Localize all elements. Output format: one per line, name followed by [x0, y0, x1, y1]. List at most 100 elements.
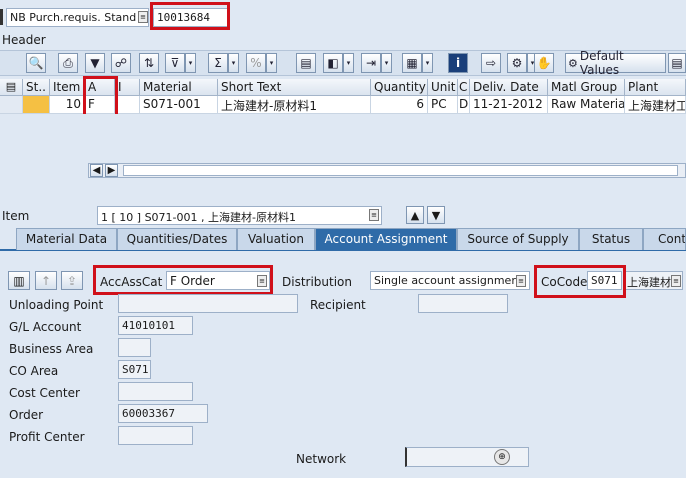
- print-preview-icon[interactable]: ▤: [296, 53, 316, 73]
- tab-valuation[interactable]: Valuation: [237, 228, 315, 250]
- unloading-point-label: Unloading Point: [9, 298, 104, 312]
- cell-unit[interactable]: PC: [428, 96, 458, 114]
- subtotal-icon[interactable]: %: [246, 53, 266, 73]
- row-selector[interactable]: [0, 96, 23, 114]
- col-header-acct-assign[interactable]: A: [85, 79, 115, 96]
- item-up-button[interactable]: ▲: [406, 206, 424, 224]
- hold-icon[interactable]: ✋: [534, 53, 554, 73]
- views-icon[interactable]: ◧: [323, 53, 343, 73]
- filter-dropdown-icon[interactable]: ▾: [185, 53, 196, 73]
- scroll-right-icon[interactable]: ▶: [105, 164, 118, 177]
- export-icon[interactable]: ⇥: [361, 53, 381, 73]
- col-header-status[interactable]: St..: [23, 79, 50, 96]
- gl-account-field[interactable]: 41010101: [118, 316, 193, 335]
- account-up-icon[interactable]: ↑: [35, 271, 57, 290]
- col-header-item-cat[interactable]: I: [115, 79, 140, 96]
- cell-item[interactable]: 10: [50, 96, 85, 114]
- table-empty-area: [0, 114, 686, 160]
- header-label[interactable]: Header: [2, 33, 46, 47]
- profit-center-field[interactable]: [118, 426, 193, 445]
- settings-icon[interactable]: ⚙: [507, 53, 527, 73]
- col-header-material[interactable]: Material: [140, 79, 218, 96]
- unloading-point-field[interactable]: [118, 294, 298, 313]
- tab-status[interactable]: Status: [579, 228, 643, 250]
- row-selector-header[interactable]: ▤: [0, 79, 23, 96]
- default-values-button[interactable]: ⚙ Default Values: [565, 49, 666, 77]
- filter-set-icon[interactable]: ⊽: [165, 53, 185, 73]
- order-label: Order: [9, 408, 44, 422]
- account-transfer-icon[interactable]: ⇪: [61, 271, 83, 290]
- info-icon[interactable]: i: [448, 53, 468, 73]
- doc-number-field[interactable]: 10013684: [153, 8, 228, 27]
- col-header-plant[interactable]: Plant: [625, 79, 686, 96]
- horizontal-scrollbar[interactable]: ◀ ▶: [88, 163, 686, 178]
- filter-icon[interactable]: ▼: [85, 53, 105, 73]
- sum-icon[interactable]: Σ: [208, 53, 228, 73]
- details-icon[interactable]: 🔍: [26, 53, 46, 73]
- sort-icon[interactable]: ⇅: [139, 53, 159, 73]
- layout-icon[interactable]: ▦: [402, 53, 422, 73]
- cell-item-cat[interactable]: [115, 96, 140, 114]
- cell-c[interactable]: D: [458, 96, 470, 114]
- col-header-quantity[interactable]: Quantity: [371, 79, 428, 96]
- layout-dropdown-icon[interactable]: ▾: [422, 53, 433, 73]
- cell-matl-group[interactable]: Raw Material: [548, 96, 625, 114]
- cost-center-label: Cost Center: [9, 386, 80, 400]
- tab-source-of-supply[interactable]: Source of Supply: [457, 228, 579, 250]
- item-label: Item: [2, 209, 30, 223]
- col-header-deliv-date[interactable]: Deliv. Date: [470, 79, 548, 96]
- col-header-item[interactable]: Item: [50, 79, 85, 96]
- scroll-left-icon[interactable]: ◀: [90, 164, 103, 177]
- cell-plant[interactable]: 上海建材工: [625, 96, 686, 114]
- cell-status[interactable]: [23, 96, 50, 114]
- subtotal-dropdown-icon[interactable]: ▾: [266, 53, 277, 73]
- item-dropdown-icon[interactable]: ≡: [369, 209, 379, 221]
- col-header-matl-group[interactable]: Matl Group: [548, 79, 625, 96]
- network-search-icon[interactable]: ⊕: [494, 449, 510, 465]
- left-edge-marker: [0, 9, 3, 25]
- tab-contacts[interactable]: Conta: [643, 228, 686, 250]
- network-field[interactable]: [405, 447, 529, 467]
- dropdown-icon[interactable]: ≡: [138, 11, 148, 23]
- doc-type-field[interactable]: NB Purch.requis. Stand: [6, 8, 149, 27]
- distribution-label: Distribution: [282, 275, 353, 289]
- item-select-field[interactable]: 1 [ 10 ] S071-001 , 上海建材-原材料1: [97, 206, 382, 225]
- co-area-label: CO Area: [9, 364, 59, 378]
- acc-ass-cat-field[interactable]: F Order: [166, 271, 270, 290]
- acc-ass-cat-dropdown-icon[interactable]: ≡: [257, 275, 267, 287]
- business-area-field[interactable]: [118, 338, 151, 357]
- col-header-short-text[interactable]: Short Text: [218, 79, 371, 96]
- cell-short-text[interactable]: 上海建材-原材料1: [218, 96, 371, 114]
- cell-quantity[interactable]: 6: [371, 96, 428, 114]
- tab-material-data[interactable]: Material Data: [16, 228, 117, 250]
- cell-material[interactable]: S071-001: [140, 96, 218, 114]
- scrollbar-thumb[interactable]: [123, 165, 678, 176]
- order-field[interactable]: 60003367: [118, 404, 208, 423]
- cocode-field[interactable]: S071: [587, 271, 622, 290]
- more-icon[interactable]: ▤: [668, 53, 686, 73]
- cost-center-field[interactable]: [118, 382, 193, 401]
- select-all-icon: ▤: [5, 80, 17, 93]
- col-header-unit[interactable]: Unit: [428, 79, 458, 96]
- tab-quantities-dates[interactable]: Quantities/Dates: [117, 228, 237, 250]
- tab-account-assignment[interactable]: Account Assignment: [315, 228, 457, 250]
- cell-acct-assign[interactable]: F: [85, 96, 115, 114]
- recipient-field[interactable]: [418, 294, 508, 313]
- copy-icon[interactable]: ⇨: [481, 53, 501, 73]
- business-area-label: Business Area: [9, 342, 94, 356]
- profit-center-label: Profit Center: [9, 430, 85, 444]
- distribution-field[interactable]: Single account assignmer: [370, 271, 530, 290]
- export-dropdown-icon[interactable]: ▾: [381, 53, 392, 73]
- find-icon[interactable]: ☍: [111, 53, 131, 73]
- col-header-c[interactable]: C: [458, 79, 470, 96]
- co-area-field[interactable]: S071: [118, 360, 151, 379]
- print-icon[interactable]: ⎙: [58, 53, 78, 73]
- multiple-account-icon[interactable]: ▥: [8, 271, 30, 290]
- cell-deliv-date[interactable]: 11-21-2012: [470, 96, 548, 114]
- item-down-button[interactable]: ▼: [427, 206, 445, 224]
- sum-dropdown-icon[interactable]: ▾: [228, 53, 239, 73]
- distribution-dropdown-icon[interactable]: ≡: [516, 275, 526, 287]
- cocode-dropdown-icon[interactable]: ≡: [671, 275, 681, 287]
- network-label: Network: [296, 452, 347, 466]
- views-dropdown-icon[interactable]: ▾: [343, 53, 354, 73]
